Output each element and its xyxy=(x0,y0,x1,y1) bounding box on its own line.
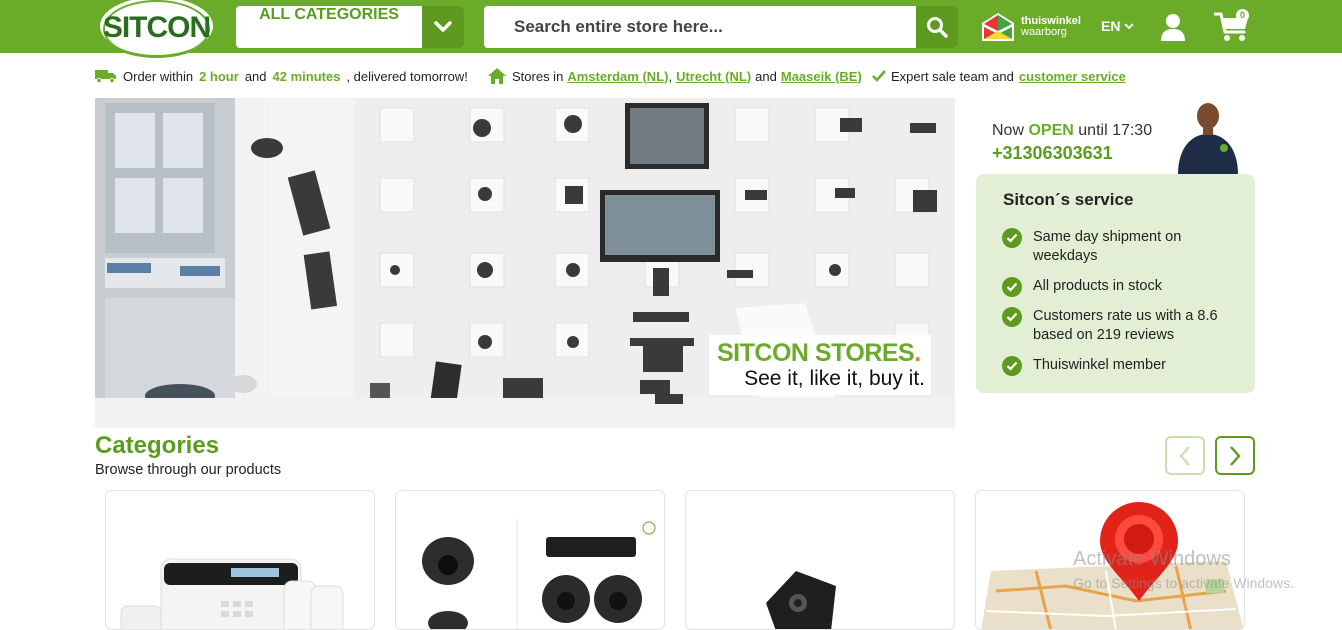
camera-set-image xyxy=(422,519,656,629)
opening-status: Now OPEN until 17:30 xyxy=(992,122,1152,140)
delivery-post: , delivered tomorrow! xyxy=(346,68,468,84)
search-input[interactable] xyxy=(484,6,916,48)
service-panel: Sitcon´s service Same day shipment on we… xyxy=(976,174,1255,393)
language-label: EN xyxy=(1101,18,1121,34)
categories-subtitle: Browse through our products xyxy=(95,462,282,478)
thuiswinkel-text: thuiswinkel waarborg xyxy=(1021,16,1081,38)
delivery-hours: 2 hour xyxy=(199,68,239,84)
carousel-prev-button[interactable] xyxy=(1165,436,1205,475)
service-item-text: All products in stock xyxy=(1033,278,1162,294)
all-categories-label: ALL CATEGORIES xyxy=(259,6,399,23)
open-until: until 17:30 xyxy=(1078,122,1153,139)
stores-pre: Stores in xyxy=(512,68,564,84)
service-item: All products in stock xyxy=(1002,277,1242,297)
check-circle-icon xyxy=(1002,307,1022,327)
carousel-next-button[interactable] xyxy=(1215,436,1255,475)
store-and: and xyxy=(755,68,777,84)
category-card-camera-sets[interactable] xyxy=(395,490,665,630)
store-link-maaseik[interactable]: Maaseik (BE) xyxy=(781,69,862,84)
cart-count-badge: 0 xyxy=(1236,9,1249,22)
all-categories-button[interactable]: ALL CATEGORIES xyxy=(236,6,464,48)
user-icon xyxy=(1161,14,1185,41)
chevron-down-icon xyxy=(1124,23,1135,30)
chevron-down-icon xyxy=(422,6,464,48)
windows-watermark-subtitle: Go to Settings to activate Windows. xyxy=(1073,575,1294,591)
language-selector[interactable]: EN xyxy=(1101,18,1135,34)
service-item: Same day shipment on weekdays xyxy=(1002,228,1242,266)
check-circle-icon xyxy=(1002,356,1022,376)
delivery-minutes: 42 minutes xyxy=(272,68,341,84)
thuiswinkel-house-icon xyxy=(982,13,1014,41)
logo-text: SITCON xyxy=(102,11,211,44)
chevron-left-icon xyxy=(1179,445,1190,466)
check-icon xyxy=(872,70,886,82)
store-banner[interactable]: SITCON STORES. See it, like it, buy it. xyxy=(95,98,955,428)
store-link-utrecht[interactable]: Utrecht (NL) xyxy=(676,69,751,84)
home-icon xyxy=(488,68,506,84)
expert-pre: Expert sale team and xyxy=(891,68,1014,84)
categories-title: Categories xyxy=(95,432,220,459)
service-title: Sitcon´s service xyxy=(1003,190,1134,209)
delivery-and: and xyxy=(244,68,267,84)
usp-delivery: Order within 2 hour and 42 minutes , del… xyxy=(95,67,468,85)
thuiswinkel-line2: waarborg xyxy=(1021,26,1067,38)
search-bar xyxy=(484,6,958,48)
check-circle-icon xyxy=(1002,277,1022,297)
service-item: Customers rate us with a 8.6 based on 21… xyxy=(1002,307,1242,345)
customer-service-link[interactable]: customer service xyxy=(1019,69,1126,84)
open-now: Now xyxy=(992,122,1025,139)
stores-dot: . xyxy=(914,339,921,367)
chevron-right-icon xyxy=(1230,445,1241,466)
service-item-text: Customers rate us with a 8.6 based on 21… xyxy=(1033,308,1218,343)
store-link-amsterdam[interactable]: Amsterdam (NL) xyxy=(567,69,668,84)
open-label: OPEN xyxy=(1028,122,1074,139)
windows-watermark-title: Activate Windows xyxy=(1073,548,1231,570)
service-agent-photo xyxy=(1178,103,1238,174)
truck-icon xyxy=(95,70,116,83)
account-button[interactable] xyxy=(1160,13,1186,46)
service-item: Thuiswinkel member xyxy=(1002,356,1242,376)
thuiswinkel-badge[interactable]: thuiswinkel waarborg xyxy=(980,11,1081,43)
store-sep: , xyxy=(668,68,673,84)
category-card-alarm[interactable] xyxy=(105,490,375,630)
alarm-system-image xyxy=(120,558,344,629)
usp-stores: Stores in Amsterdam (NL), Utrecht (NL) a… xyxy=(488,67,862,85)
service-item-text: Thuiswinkel member xyxy=(1033,357,1166,373)
hidden-camera-image xyxy=(766,571,836,629)
stores-slogan: See it, like it, buy it. xyxy=(744,367,925,390)
service-item-text: Same day shipment on weekdays xyxy=(1033,229,1182,264)
check-circle-icon xyxy=(1002,228,1022,248)
usp-expert: Expert sale team and customer service xyxy=(872,67,1126,85)
search-button[interactable] xyxy=(916,6,958,48)
delivery-pre: Order within xyxy=(123,68,194,84)
sitcon-stores-label: SITCON STORES. See it, like it, buy it. xyxy=(709,335,931,395)
phone-number[interactable]: +31306303631 xyxy=(992,143,1113,164)
stores-title: SITCON STORES. xyxy=(717,339,921,368)
search-icon xyxy=(927,17,948,38)
category-card-hidden-camera[interactable] xyxy=(685,490,955,630)
stores-title-text: SITCON STORES xyxy=(717,339,915,367)
